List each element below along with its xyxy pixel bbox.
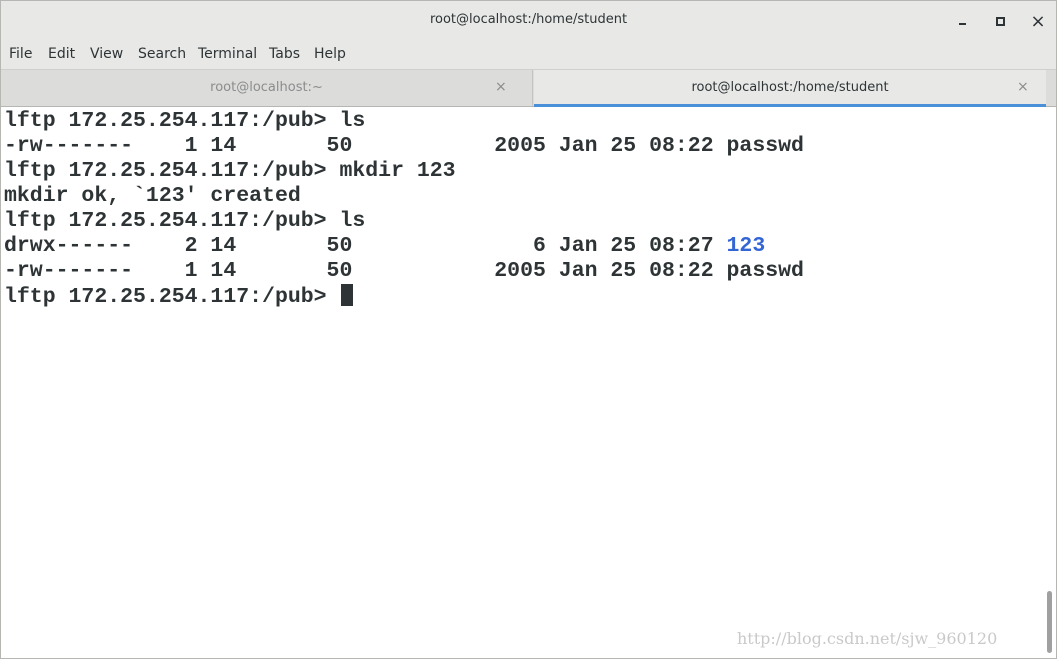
menu-help[interactable]: Help — [314, 46, 346, 62]
terminal-prompt-line: lftp 172.25.254.117:/pub> — [4, 284, 354, 309]
terminal-line-text: drwx------ 2 14 50 6 Jan 25 08:27 — [4, 234, 727, 258]
terminal-line: lftp 172.25.254.117:/pub> ls — [4, 109, 366, 133]
terminal-output[interactable]: lftp 172.25.254.117:/pub> ls -rw------- … — [1, 107, 1044, 658]
terminal-line: -rw------- 1 14 50 2005 Jan 25 08:22 pas… — [4, 134, 804, 158]
scrollbar-thumb[interactable] — [1047, 591, 1052, 653]
maximize-button[interactable] — [990, 11, 1010, 31]
directory-name: 123 — [726, 234, 766, 258]
title-bar[interactable]: root@localhost:/home/student × — [1, 1, 1056, 41]
tab-label: root@localhost:/home/student — [691, 80, 889, 95]
watermark-text: http://blog.csdn.net/sjw_960120 — [737, 629, 998, 648]
minimize-button[interactable] — [952, 11, 972, 31]
terminal-line: lftp 172.25.254.117:/pub> mkdir 123 — [4, 159, 456, 183]
tab-home-student[interactable]: root@localhost:/home/student × — [534, 70, 1046, 107]
tab-root-home[interactable]: root@localhost:~ × — [1, 70, 533, 106]
minimize-icon — [958, 23, 966, 25]
terminal-prompt: lftp 172.25.254.117:/pub> — [4, 285, 340, 309]
menu-view[interactable]: View — [90, 46, 123, 62]
terminal-line: -rw------- 1 14 50 2005 Jan 25 08:22 pas… — [4, 259, 804, 283]
terminal-window: root@localhost:/home/student × File Edit… — [0, 0, 1057, 659]
terminal-line: mkdir ok, `123' created — [4, 184, 301, 208]
tab-bar: root@localhost:~ × root@localhost:/home/… — [1, 70, 1056, 107]
close-button[interactable]: × — [1028, 10, 1048, 32]
vertical-scrollbar[interactable] — [1044, 107, 1056, 658]
menu-edit[interactable]: Edit — [48, 46, 75, 62]
close-icon: × — [1030, 10, 1046, 32]
tab-close-icon[interactable]: × — [1017, 79, 1029, 95]
terminal-line: lftp 172.25.254.117:/pub> ls — [4, 209, 366, 233]
window-title: root@localhost:/home/student — [429, 12, 628, 27]
tab-close-icon[interactable]: × — [495, 79, 507, 95]
menu-terminal[interactable]: Terminal — [198, 46, 257, 62]
maximize-icon — [995, 16, 1005, 26]
menu-search[interactable]: Search — [138, 46, 186, 62]
text-cursor — [341, 284, 354, 306]
menu-bar: File Edit View Search Terminal Tabs Help — [1, 41, 1056, 70]
tab-label: root@localhost:~ — [210, 80, 323, 95]
terminal-line: drwx------ 2 14 50 6 Jan 25 08:27 123 — [4, 234, 765, 259]
menu-tabs[interactable]: Tabs — [269, 46, 300, 62]
menu-file[interactable]: File — [9, 46, 32, 62]
